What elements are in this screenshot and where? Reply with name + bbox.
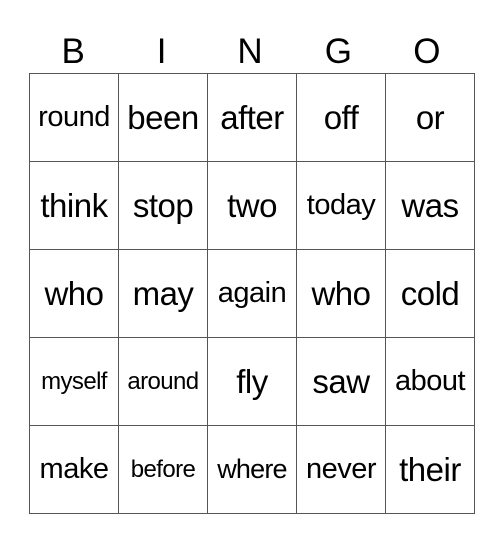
- header-letter-b: B: [61, 32, 85, 71]
- grid-row: who may again who cold: [29, 249, 475, 338]
- bingo-cell: stop: [118, 161, 208, 250]
- bingo-cell: before: [118, 425, 208, 514]
- bingo-cell: two: [207, 161, 297, 250]
- grid-row: think stop two today was: [29, 161, 475, 250]
- bingo-header: B I N G O: [29, 30, 471, 73]
- grid-row: myself around fly saw about: [29, 337, 475, 426]
- bingo-cell: round: [29, 73, 119, 162]
- bingo-cell: myself: [29, 337, 119, 426]
- bingo-cell: about: [385, 337, 475, 426]
- bingo-cell: today: [296, 161, 386, 250]
- bingo-cell: been: [118, 73, 208, 162]
- bingo-cell: again: [207, 249, 297, 338]
- bingo-cell: saw: [296, 337, 386, 426]
- header-letter-i: I: [156, 32, 167, 71]
- bingo-cell: may: [118, 249, 208, 338]
- bingo-cell: never: [296, 425, 386, 514]
- bingo-cell: make: [29, 425, 119, 514]
- header-letter-n: N: [237, 32, 263, 71]
- bingo-cell: who: [29, 249, 119, 338]
- grid-row: round been after off or: [29, 73, 475, 162]
- bingo-cell: was: [385, 161, 475, 250]
- bingo-cell: their: [385, 425, 475, 514]
- bingo-cell: fly: [207, 337, 297, 426]
- bingo-grid: round been after off or think stop two t…: [29, 73, 475, 514]
- grid-row: make before where never their: [29, 425, 475, 514]
- bingo-cell: who: [296, 249, 386, 338]
- bingo-cell: where: [207, 425, 297, 514]
- bingo-cell: cold: [385, 249, 475, 338]
- header-letter-o: O: [413, 32, 441, 71]
- bingo-cell: or: [385, 73, 475, 162]
- header-letter-g: G: [324, 32, 353, 71]
- bingo-cell: around: [118, 337, 208, 426]
- bingo-cell: think: [29, 161, 119, 250]
- bingo-cell: after: [207, 73, 297, 162]
- bingo-cell: off: [296, 73, 386, 162]
